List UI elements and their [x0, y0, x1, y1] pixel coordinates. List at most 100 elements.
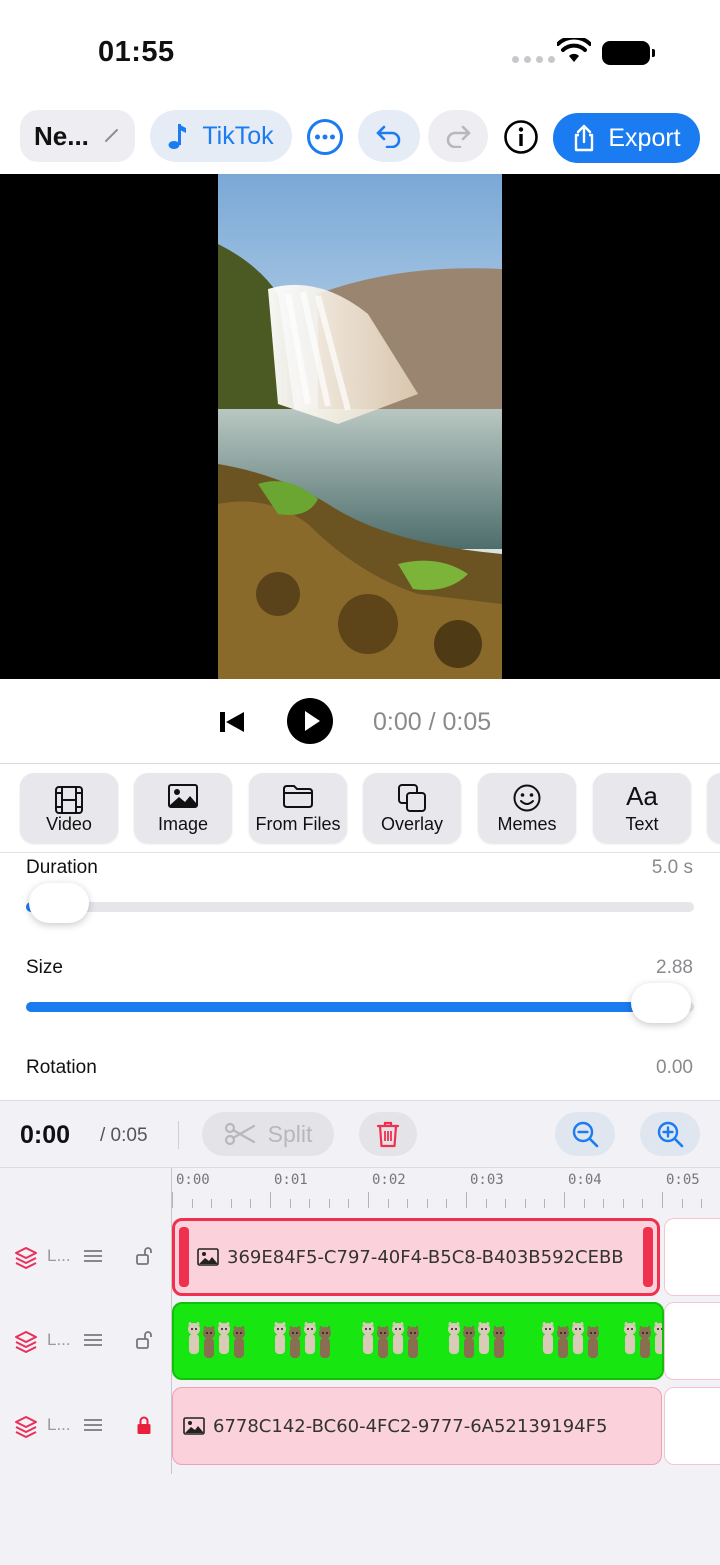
format-button[interactable]: TikTok: [150, 110, 292, 162]
timeline[interactable]: 0:00 0:01 0:02 0:03 0:04 0:05 L... 369E8…: [0, 1168, 720, 1565]
track-name: L...: [47, 1415, 71, 1434]
ruler-tick: [407, 1199, 409, 1208]
ruler-label: 0:01: [274, 1172, 308, 1188]
cat-thumbnail-icon: [218, 1322, 230, 1354]
clip-continuation: [664, 1302, 720, 1380]
cat-thumbnail-icon: [542, 1322, 554, 1354]
size-label: Size: [26, 957, 63, 978]
battery-icon: [602, 41, 655, 65]
zoom-out-button[interactable]: [555, 1112, 615, 1156]
duration-slider-thumb[interactable]: [29, 883, 90, 923]
ruler-tick: [368, 1192, 369, 1208]
export-label: Export: [608, 123, 681, 152]
status-bar: 01:55: [0, 0, 720, 100]
waterfall-image: [218, 174, 502, 679]
ruler-tick: [681, 1199, 683, 1208]
more-media-button[interactable]: [707, 773, 720, 843]
reorder-handle-icon[interactable]: [83, 1418, 103, 1432]
track-name: L...: [47, 1246, 71, 1265]
ruler-tick: [446, 1199, 448, 1208]
play-button[interactable]: [287, 698, 333, 744]
ruler-tick: [544, 1199, 546, 1208]
add-text-button[interactable]: Aa Text: [593, 773, 691, 843]
ruler-label: 0:00: [176, 1172, 210, 1188]
cat-thumbnail-icon: [203, 1326, 215, 1358]
more-options-icon[interactable]: [306, 118, 344, 156]
layers-icon[interactable]: [14, 1246, 38, 1270]
trim-handle-left[interactable]: [179, 1227, 189, 1287]
image-clip[interactable]: 6778C142-BC60-4FC2-9777-6A52139194F5: [172, 1387, 662, 1465]
cat-thumbnail-icon: [572, 1322, 584, 1354]
cat-thumbnail-icon: [319, 1326, 331, 1358]
size-slider-thumb[interactable]: [630, 983, 691, 1023]
cat-thumbnail-icon: [624, 1322, 636, 1354]
timeline-current-time: 0:00: [20, 1121, 71, 1149]
selected-image-clip[interactable]: 369E84F5-C797-40F4-B5C8-B403B592CEBB: [172, 1218, 660, 1296]
duration-value: 5.0 s: [651, 857, 693, 878]
media-toolbar: Video Image From Files Overlay Memes Aa …: [0, 765, 720, 853]
duration-slider[interactable]: [26, 883, 694, 923]
unlocked-icon[interactable]: [136, 1330, 152, 1350]
split-button[interactable]: Split: [202, 1112, 334, 1156]
video-preview[interactable]: [0, 174, 720, 679]
add-image-button[interactable]: Image: [134, 773, 232, 843]
ruler-tick: [230, 1199, 232, 1208]
project-title-button[interactable]: Ne...: [20, 110, 135, 162]
trim-handle-right[interactable]: [643, 1227, 653, 1287]
ruler-tick: [524, 1199, 526, 1208]
ruler-tick: [426, 1199, 428, 1208]
delete-clip-button[interactable]: [359, 1112, 417, 1156]
cat-thumbnail-icon: [188, 1322, 200, 1354]
add-text-label: Text: [625, 814, 659, 834]
share-icon: [575, 124, 594, 152]
divider: [178, 1121, 179, 1149]
ruler-tick: [211, 1199, 213, 1208]
unlocked-icon[interactable]: [136, 1246, 152, 1266]
undo-button[interactable]: [358, 110, 420, 162]
zoom-out-icon: [572, 1121, 599, 1148]
smiley-icon: [513, 784, 541, 812]
image-icon: [197, 1248, 219, 1266]
timeline-total-time: / 0:05: [100, 1125, 148, 1146]
zoom-in-button[interactable]: [640, 1112, 700, 1156]
ruler-tick: [328, 1199, 330, 1208]
folder-icon: [283, 785, 313, 808]
ruler-label: 0:05: [666, 1172, 700, 1188]
time-ruler[interactable]: 0:00 0:01 0:02 0:03 0:04 0:05: [171, 1168, 720, 1214]
ruler-tick: [387, 1199, 389, 1208]
reorder-handle-icon[interactable]: [83, 1333, 103, 1347]
ruler-label: 0:02: [372, 1172, 406, 1188]
zoom-in-icon: [657, 1121, 684, 1148]
ruler-tick: [583, 1199, 585, 1208]
add-video-button[interactable]: Video: [20, 773, 118, 843]
layers-icon[interactable]: [14, 1330, 38, 1354]
ruler-tick: [505, 1199, 507, 1208]
track-name: L...: [47, 1330, 71, 1349]
info-icon[interactable]: [503, 119, 539, 155]
cellular-signal-icon: [512, 56, 555, 63]
cat-thumbnail-icon: [557, 1326, 569, 1358]
layers-icon[interactable]: [14, 1415, 38, 1439]
overlay-icon: [398, 784, 426, 812]
add-image-label: Image: [157, 814, 209, 834]
ruler-tick: [622, 1199, 624, 1208]
export-button[interactable]: Export: [553, 113, 700, 163]
locked-icon[interactable]: [136, 1415, 152, 1435]
pencil-icon: [105, 129, 118, 142]
reorder-handle-icon[interactable]: [83, 1249, 103, 1263]
clip-continuation: [664, 1387, 720, 1465]
ruler-tick: [701, 1199, 703, 1208]
size-slider[interactable]: [26, 983, 694, 1023]
skip-to-start-icon[interactable]: [218, 710, 246, 734]
trash-icon: [376, 1121, 400, 1148]
wifi-icon: [557, 38, 591, 62]
from-files-button[interactable]: From Files: [249, 773, 347, 843]
overlay-button[interactable]: Overlay: [363, 773, 461, 843]
redo-button[interactable]: [428, 110, 488, 162]
cat-thumbnail-icon: [289, 1326, 301, 1358]
cat-thumbnail-icon: [392, 1322, 404, 1354]
size-slider-fill: [26, 1002, 661, 1012]
cat-thumbnail-icon: [377, 1326, 389, 1358]
memes-button[interactable]: Memes: [478, 773, 576, 843]
green-screen-video-clip[interactable]: [172, 1302, 664, 1380]
